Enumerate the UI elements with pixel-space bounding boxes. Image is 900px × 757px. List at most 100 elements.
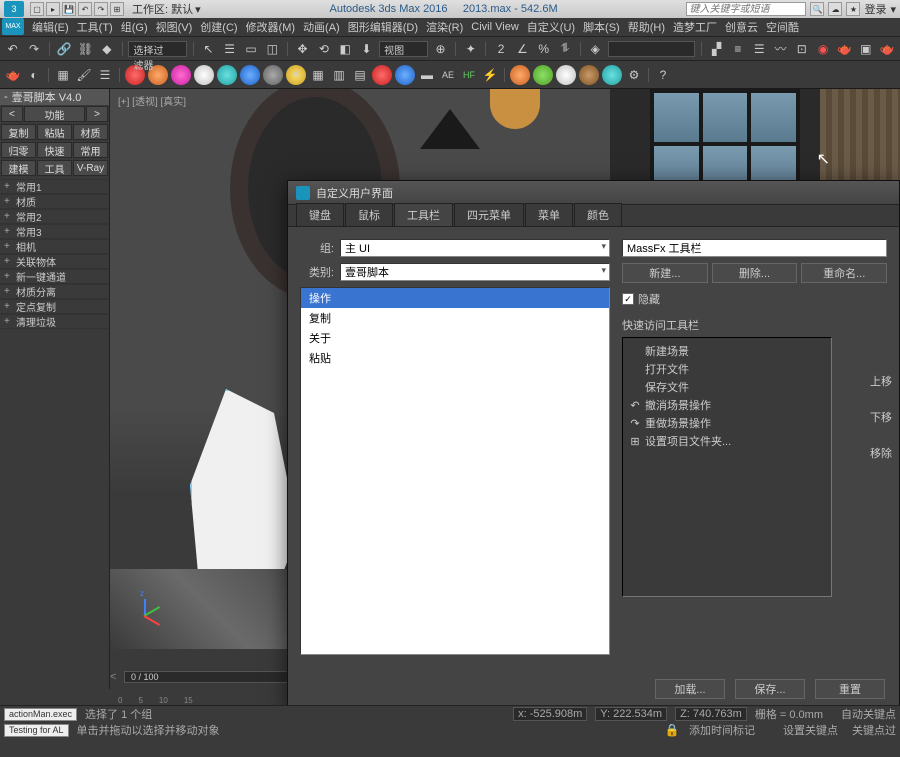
left-panel-item[interactable]: 材质分离 — [0, 284, 109, 299]
orb-red2-icon[interactable] — [372, 65, 392, 85]
grid1-icon[interactable]: ▦ — [309, 66, 327, 84]
menu-item[interactable]: 组(G) — [117, 19, 152, 35]
dialog-tab[interactable]: 鼠标 — [345, 203, 393, 226]
menu-item[interactable]: 创建(C) — [196, 19, 241, 35]
manipulate-icon[interactable]: ✦ — [462, 40, 479, 58]
qat-open-icon[interactable]: ▸ — [46, 2, 60, 16]
hide-checkbox[interactable]: ✓ — [622, 293, 634, 305]
material-editor-icon[interactable]: ◉ — [814, 40, 831, 58]
menu-item[interactable]: 动画(A) — [299, 19, 344, 35]
quick-access-item[interactable]: 保存文件 — [627, 378, 827, 396]
menu-item[interactable]: 编辑(E) — [28, 19, 73, 35]
move-icon[interactable]: ✥ — [294, 40, 311, 58]
scale-icon[interactable]: ◧ — [337, 40, 354, 58]
dialog-tab[interactable]: 四元菜单 — [454, 203, 524, 226]
quick-access-item[interactable]: ⊞设置项目文件夹... — [627, 432, 827, 450]
undo-icon[interactable]: ↶ — [4, 40, 21, 58]
qat-new-icon[interactable]: ▢ — [30, 2, 44, 16]
reorder-button[interactable]: 下移 — [869, 407, 893, 427]
menu-item[interactable]: 创意云 — [721, 19, 762, 35]
dialog-tab[interactable]: 菜单 — [525, 203, 573, 226]
script-panel-header[interactable]: -壹哥脚本 V4.0 — [0, 89, 109, 105]
select-icon[interactable]: ↖ — [200, 40, 217, 58]
menu-item[interactable]: Civil View — [467, 21, 522, 33]
category-combo[interactable]: 壹哥脚本 — [340, 263, 610, 281]
left-panel-item[interactable]: 常用3 — [0, 224, 109, 239]
percent-snap-icon[interactable]: % — [535, 40, 552, 58]
named-sel-icon[interactable]: ◈ — [587, 40, 604, 58]
dialog-tab[interactable]: 键盘 — [296, 203, 344, 226]
list-icon[interactable]: ☰ — [96, 66, 114, 84]
zap-icon[interactable]: ⚡ — [481, 66, 499, 84]
star-icon[interactable]: ★ — [846, 2, 860, 16]
orb-white-icon[interactable] — [194, 65, 214, 85]
quick-access-item[interactable]: ↶撤消场景操作 — [627, 396, 827, 414]
left-panel-item[interactable]: 相机 — [0, 239, 109, 254]
orb-blue2-icon[interactable] — [395, 65, 415, 85]
time-ruler[interactable]: 051015 — [110, 687, 290, 705]
action-list-item[interactable]: 操作 — [301, 288, 609, 308]
group-combo[interactable]: 主 UI — [340, 239, 610, 257]
placement-icon[interactable]: ⬇ — [358, 40, 375, 58]
workspace-selector[interactable]: 工作区: 默认 ▾ — [132, 1, 201, 17]
viewport-label[interactable]: [+] [透视] [真实] — [118, 93, 186, 108]
preset-icon[interactable]: ◐ — [25, 66, 43, 84]
left-panel-item[interactable]: 定点复制 — [0, 299, 109, 314]
orb-green-icon[interactable] — [533, 65, 553, 85]
menu-item[interactable]: 自定义(U) — [523, 19, 579, 35]
orb-teal-icon[interactable] — [217, 65, 237, 85]
quick-access-list[interactable]: 新建场景打开文件保存文件↶撤消场景操作↷重做场景操作⊞设置项目文件夹... — [622, 337, 832, 597]
help-icon[interactable]: ? — [654, 66, 672, 84]
search-input[interactable] — [686, 2, 806, 16]
menu-item[interactable]: 帮助(H) — [624, 19, 669, 35]
left-panel-button[interactable]: 工具 — [37, 160, 72, 176]
align-icon[interactable]: ≡ — [729, 40, 746, 58]
qat-undo-icon[interactable]: ↶ — [78, 2, 92, 16]
qat-project-icon[interactable]: ⊞ — [110, 2, 124, 16]
layers-icon[interactable]: ☰ — [751, 40, 768, 58]
keyfilter-button[interactable]: 关键点过 — [852, 722, 896, 738]
coord-z[interactable]: Z: 740.763m — [675, 707, 747, 721]
toolbar-action-button[interactable]: 重命名... — [801, 263, 887, 283]
menu-item[interactable]: 渲染(R) — [422, 19, 467, 35]
window-crossing-icon[interactable]: ◫ — [264, 40, 281, 58]
toolbar-action-button[interactable]: 新建... — [622, 263, 708, 283]
cloud-icon[interactable]: ☁ — [828, 2, 842, 16]
script-listener-2[interactable]: Testing for AL — [4, 724, 69, 737]
left-panel-item[interactable]: 新一键通道 — [0, 269, 109, 284]
orb-orange2-icon[interactable] — [510, 65, 530, 85]
select-region-icon[interactable]: ▭ — [242, 40, 259, 58]
left-panel-button[interactable]: 粘贴 — [37, 124, 72, 140]
unlink-icon[interactable]: ⛓ — [77, 40, 94, 58]
action-list-item[interactable]: 粘贴 — [301, 348, 609, 368]
ref-coord-system[interactable]: 视图 — [379, 41, 428, 57]
orb-brown-icon[interactable] — [579, 65, 599, 85]
bind-icon[interactable]: ◆ — [98, 40, 115, 58]
left-panel-button[interactable]: 快速 — [37, 142, 72, 158]
render-frame-icon[interactable]: ▣ — [857, 40, 874, 58]
left-panel-button[interactable]: 常用 — [73, 142, 108, 158]
lock-icon[interactable]: 🔒 — [663, 721, 681, 739]
search-icon[interactable]: 🔍 — [810, 2, 824, 16]
orb-teal2-icon[interactable] — [602, 65, 622, 85]
quick-access-item[interactable]: 打开文件 — [627, 360, 827, 378]
left-panel-item[interactable]: 材质 — [0, 194, 109, 209]
quick-access-item[interactable]: 新建场景 — [627, 342, 827, 360]
app-icon[interactable]: 3 — [4, 1, 24, 17]
dialog-footer-button[interactable]: 加载... — [655, 679, 725, 699]
snap2d-icon[interactable]: 2 — [492, 40, 509, 58]
spinner-snap-icon[interactable]: ⥮ — [556, 40, 573, 58]
coord-x[interactable]: x: -525.908m — [513, 707, 587, 721]
menu-item[interactable]: 脚本(S) — [579, 19, 624, 35]
render-icon[interactable]: 🫖 — [878, 40, 895, 58]
left-panel-button[interactable]: V-Ray — [73, 160, 108, 176]
layer-swatch-icon[interactable]: ▬ — [418, 66, 436, 84]
max-logo[interactable]: MAX — [2, 18, 24, 35]
paint-icon[interactable]: 🖌 — [75, 66, 93, 84]
toolbar-name-field[interactable]: MassFx 工具栏 — [622, 239, 887, 257]
menu-item[interactable]: 空间酷 — [762, 19, 803, 35]
script-listener-1[interactable]: actionMan.exec — [4, 708, 77, 721]
left-panel-item[interactable]: 清理垃圾 — [0, 314, 109, 329]
schematic-icon[interactable]: ⊡ — [793, 40, 810, 58]
left-panel-item[interactable]: 关联物体 — [0, 254, 109, 269]
